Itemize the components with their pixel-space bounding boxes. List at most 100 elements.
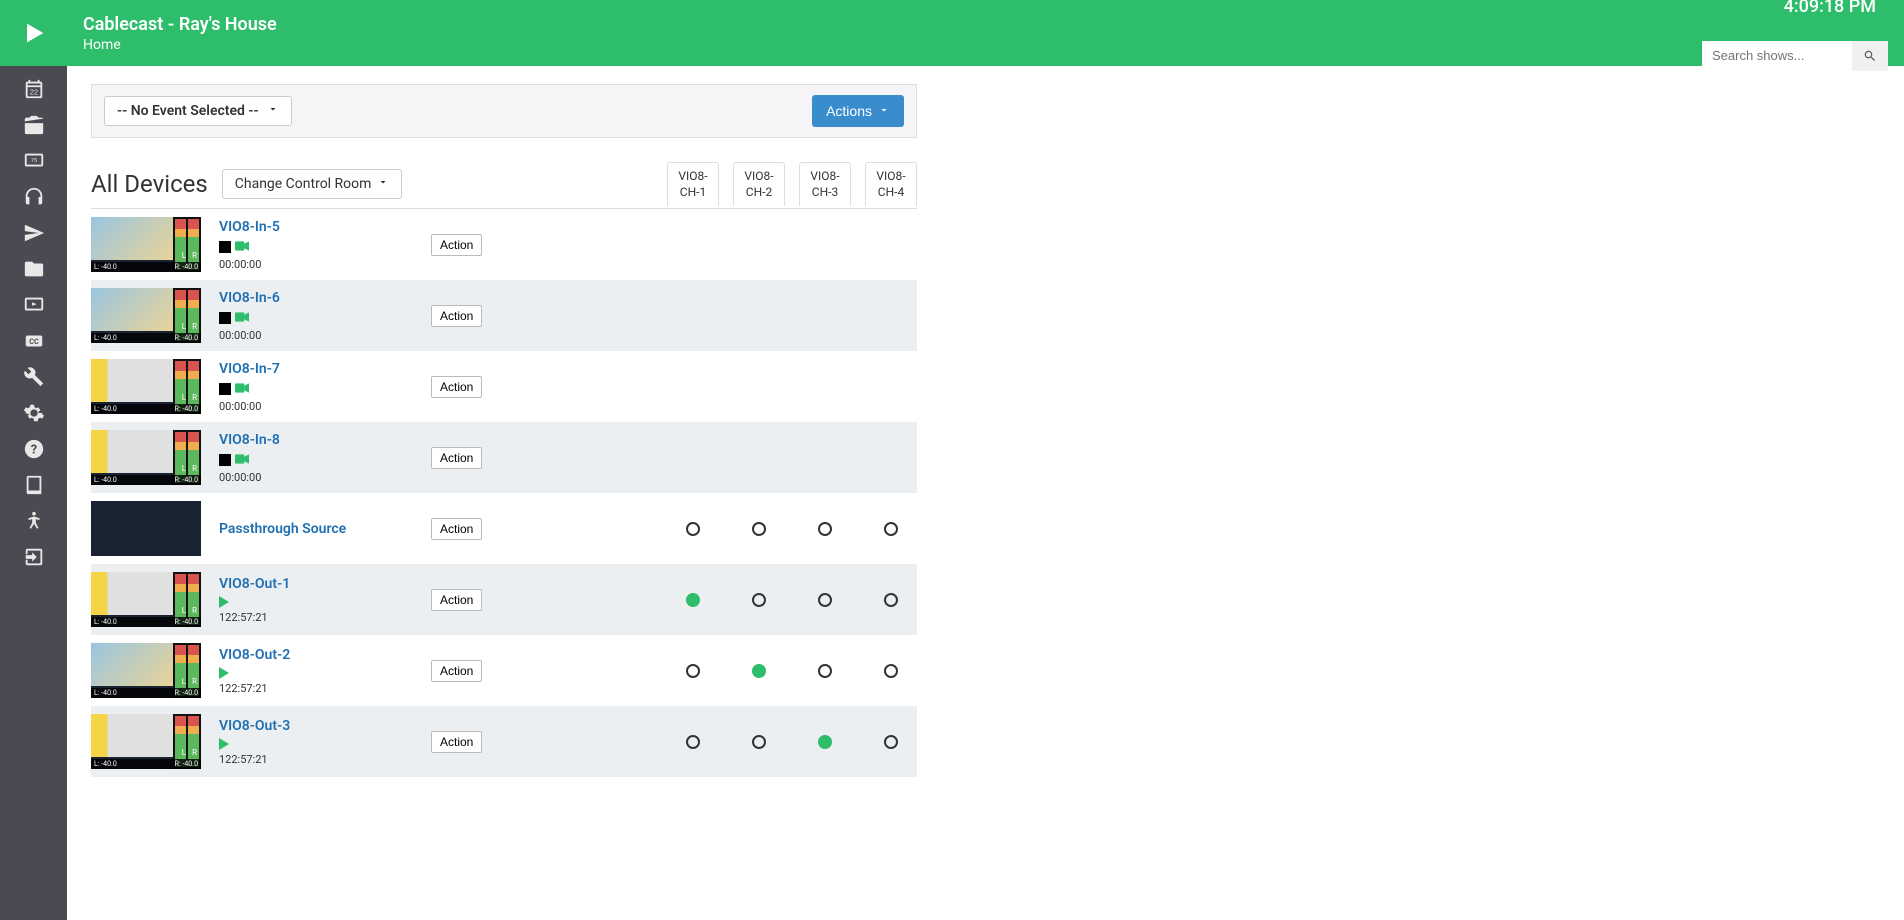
device-info: VIO8-In-700:00:00 [201,361,431,413]
device-row: LRL: -40.0R: -40.0VIO8-In-600:00:00Actio… [91,280,917,351]
device-action-button[interactable]: Action [431,660,482,682]
channel-radio[interactable] [818,735,832,749]
stop-icon [219,241,231,253]
camera-icon [235,310,249,326]
sidebar-item-support[interactable] [0,180,67,214]
page-title: All Devices [91,170,208,198]
camera-icon [235,452,249,468]
app-logo[interactable] [0,0,67,66]
device-action-button[interactable]: Action [431,731,482,753]
device-info: VIO8-Out-3 122:57:21 [201,718,431,766]
sidebar-item-docs[interactable] [0,468,67,502]
clock: 4:09:18 PM [1784,0,1876,17]
search-box [1702,41,1888,71]
play-icon [219,738,229,750]
device-name-link[interactable]: VIO8-In-6 [219,290,431,306]
cc-icon: CC [23,330,45,352]
logout-icon [23,546,45,568]
actions-button[interactable]: Actions [812,95,904,127]
channel-header[interactable]: VIO8-CH-4 [865,162,917,206]
sidebar-item-help[interactable]: ? [0,432,67,466]
sidebar-item-playback[interactable] [0,288,67,322]
device-action-button[interactable]: Action [431,376,482,398]
device-name-link[interactable]: VIO8-In-8 [219,432,431,448]
sidebar-item-tools[interactable] [0,360,67,394]
channel-header[interactable]: VIO8-CH-2 [733,162,785,206]
audio-level-readout: L: -40.0R: -40.0 [91,262,201,272]
device-name-link[interactable]: Passthrough Source [219,521,431,537]
channel-radio[interactable] [752,522,766,536]
folder-open-icon [23,258,45,280]
channel-radio[interactable] [686,735,700,749]
event-selector[interactable]: -- No Event Selected -- [104,96,292,126]
search-input[interactable] [1702,41,1852,71]
search-icon [1863,49,1877,63]
wrench-icon [23,366,45,388]
sidebar-item-schedule[interactable]: 22 [0,72,67,106]
device-action-button[interactable]: Action [431,234,482,256]
sidebar-item-logout[interactable] [0,540,67,574]
device-thumbnail[interactable]: LRL: -40.0R: -40.0 [91,714,201,769]
device-row: LRL: -40.0R: -40.0VIO8-Out-2122:57:21Act… [91,635,917,706]
device-thumbnail[interactable]: LRL: -40.0R: -40.0 [91,572,201,627]
device-name-link[interactable]: VIO8-In-5 [219,219,431,235]
channel-radio[interactable] [884,593,898,607]
channel-radio[interactable] [884,522,898,536]
channel-radio[interactable] [752,664,766,678]
play-icon [219,596,229,608]
channel-radio[interactable] [884,735,898,749]
channel-radio[interactable] [686,664,700,678]
sidebar-item-settings[interactable] [0,396,67,430]
sidebar-item-monitor[interactable]: 75 [0,144,67,178]
play-triangle-icon [20,19,48,47]
device-action-button[interactable]: Action [431,447,482,469]
camera-icon [235,381,249,397]
channel-radio[interactable] [884,664,898,678]
change-control-room-button[interactable]: Change Control Room [222,169,403,199]
sidebar-item-shows[interactable] [0,108,67,142]
device-thumbnail[interactable]: LRL: -40.0R: -40.0 [91,288,201,343]
device-row: LRL: -40.0R: -40.0 VIO8-Out-1 122:57:21Act… [91,564,917,635]
channel-radio[interactable] [818,664,832,678]
channel-radio[interactable] [752,593,766,607]
channel-radio[interactable] [818,593,832,607]
device-thumbnail[interactable]: LRL: -40.0R: -40.0 [91,430,201,485]
device-thumbnail[interactable]: LRL: -40.0R: -40.0 [91,359,201,414]
stop-icon [219,383,231,395]
svg-text:?: ? [30,443,36,458]
actions-label: Actions [826,103,872,119]
channel-header[interactable]: VIO8-CH-3 [799,162,851,206]
device-action-button[interactable]: Action [431,518,482,540]
device-thumbnail[interactable]: LRL: -40.0R: -40.0 [91,643,201,698]
device-action-button[interactable]: Action [431,589,482,611]
device-timecode: 122:57:21 [219,611,431,624]
device-name-link[interactable]: VIO8-In-7 [219,361,431,377]
channel-radio[interactable] [752,735,766,749]
chevron-down-icon [878,103,890,119]
device-name-link[interactable]: VIO8-Out-2 [219,647,431,663]
devices-table: All Devices Change Control Room VIO8-CH-… [91,162,917,777]
channel-radio[interactable] [818,522,832,536]
device-action-button[interactable]: Action [431,305,482,327]
channel-radio[interactable] [686,593,700,607]
stop-icon [219,454,231,466]
device-thumbnail[interactable]: LRL: -40.0R: -40.0 [91,217,201,272]
svg-text:75: 75 [30,158,36,164]
channel-radio[interactable] [686,522,700,536]
device-timecode: 122:57:21 [219,753,431,766]
device-name-link[interactable]: VIO8-Out-1 [219,576,431,592]
stop-icon [219,312,231,324]
sidebar-item-captions[interactable]: CC [0,324,67,358]
device-name-link[interactable]: VIO8-Out-3 [219,718,431,734]
channel-header[interactable]: VIO8-CH-1 [667,162,719,206]
sidebar-item-send[interactable] [0,216,67,250]
device-row: LRL: -40.0R: -40.0VIO8-In-800:00:00Actio… [91,422,917,493]
sidebar-item-files[interactable] [0,252,67,286]
device-info: Passthrough Source [201,521,431,537]
search-button[interactable] [1852,41,1888,71]
breadcrumb[interactable]: Home [83,37,1702,53]
event-selector-label: -- No Event Selected -- [117,103,259,119]
sidebar-item-accessibility[interactable] [0,504,67,538]
device-thumbnail[interactable] [91,501,201,556]
control-room-label: Change Control Room [235,176,372,192]
